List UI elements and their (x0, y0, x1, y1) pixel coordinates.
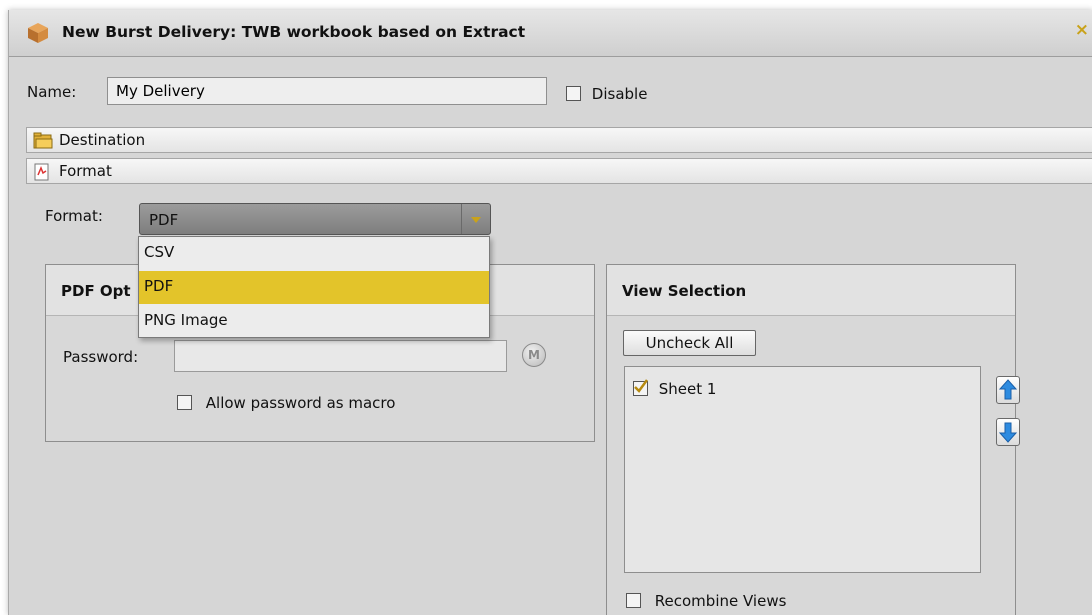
format-label: Format: (45, 207, 103, 225)
name-label: Name: (27, 83, 77, 101)
format-option-csv[interactable]: CSV (139, 237, 489, 270)
package-icon (28, 23, 48, 43)
format-section-header[interactable]: Format (26, 158, 1092, 184)
recombine-checkbox[interactable] (626, 593, 641, 608)
sheet-label: Sheet 1 (658, 379, 717, 398)
move-up-button[interactable] (996, 376, 1020, 404)
uncheck-all-button[interactable]: Uncheck All (623, 330, 756, 356)
title-bar[interactable]: New Burst Delivery: TWB workbook based o… (9, 10, 1092, 57)
format-option-pdf[interactable]: PDF (139, 271, 489, 304)
sheet-checkbox[interactable] (633, 379, 648, 396)
allow-macro-label: Allow password as macro (205, 393, 396, 412)
allow-macro-checkbox[interactable] (177, 395, 192, 410)
view-selection-header: View Selection (607, 265, 1015, 316)
name-input[interactable] (107, 77, 547, 105)
format-select-toggle[interactable] (461, 204, 490, 234)
password-label: Password: (63, 348, 139, 366)
destination-section-header[interactable]: Destination (26, 127, 1092, 153)
allow-macro-row[interactable]: Allow password as macro (177, 393, 395, 412)
chevron-down-icon (471, 217, 481, 223)
pdf-file-icon (34, 163, 49, 181)
view-selection-title: View Selection (622, 282, 747, 300)
format-dropdown-menu[interactable]: CSV PDF PNG Image (138, 236, 490, 338)
destination-section-label: Destination (59, 131, 146, 149)
format-select-value: PDF (149, 211, 179, 229)
macro-button[interactable]: M (522, 343, 546, 367)
list-item[interactable]: Sheet 1 (633, 379, 716, 398)
window-title: New Burst Delivery: TWB workbook based o… (62, 23, 526, 41)
folder-icon (33, 132, 53, 149)
recombine-label: Recombine Views (654, 591, 787, 610)
arrow-up-icon (998, 379, 1018, 400)
checkmark-icon (634, 379, 648, 393)
move-down-button[interactable] (996, 418, 1020, 446)
disable-label: Disable (591, 84, 648, 103)
close-icon[interactable]: × (1075, 20, 1089, 40)
recombine-row[interactable]: Recombine Views (626, 591, 786, 610)
disable-checkbox-row[interactable]: Disable (566, 84, 647, 103)
disable-checkbox[interactable] (566, 86, 581, 101)
burst-delivery-dialog: New Burst Delivery: TWB workbook based o… (8, 10, 1092, 615)
format-section-label: Format (59, 162, 112, 180)
password-input[interactable] (174, 340, 507, 372)
format-select[interactable]: PDF (139, 203, 491, 235)
pdf-options-title: PDF Opt (61, 282, 131, 300)
arrow-down-icon (998, 422, 1018, 443)
format-option-png[interactable]: PNG Image (139, 305, 489, 338)
sheet-list[interactable]: Sheet 1 (624, 366, 981, 573)
